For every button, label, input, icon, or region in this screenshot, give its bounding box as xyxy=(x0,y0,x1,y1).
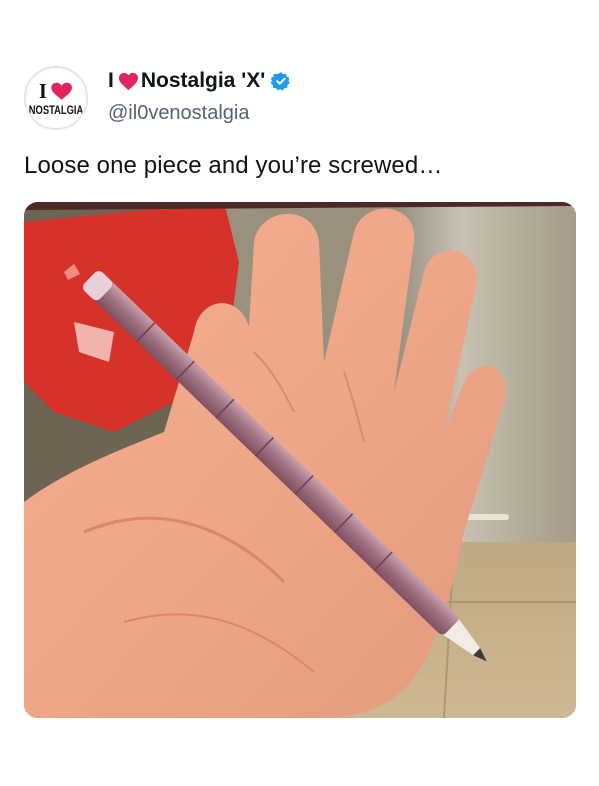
avatar-text-bottom: NOSTALGIA xyxy=(29,104,84,117)
tweet-photo[interactable] xyxy=(24,202,576,718)
hand-holding-stacking-pencil-photo xyxy=(24,202,576,718)
author-name[interactable]: I Nostalgia 'X' xyxy=(108,69,291,93)
author-avatar[interactable]: I NOSTALGIA xyxy=(24,66,88,130)
tweet-card: I NOSTALGIA I Nostalgia 'X' @il0venostal… xyxy=(0,0,599,786)
i-love-nostalgia-logo-icon: I NOSTALGIA xyxy=(26,68,86,128)
author-handle[interactable]: @il0venostalgia xyxy=(108,102,250,125)
author-name-prefix: I xyxy=(108,69,114,92)
tweet-text: Loose one piece and you’re screwed… xyxy=(24,152,443,179)
author-name-suffix: Nostalgia 'X' xyxy=(140,69,266,92)
verified-badge-icon xyxy=(271,72,291,91)
avatar-text-top: I xyxy=(39,81,47,103)
red-heart-icon xyxy=(118,72,138,90)
